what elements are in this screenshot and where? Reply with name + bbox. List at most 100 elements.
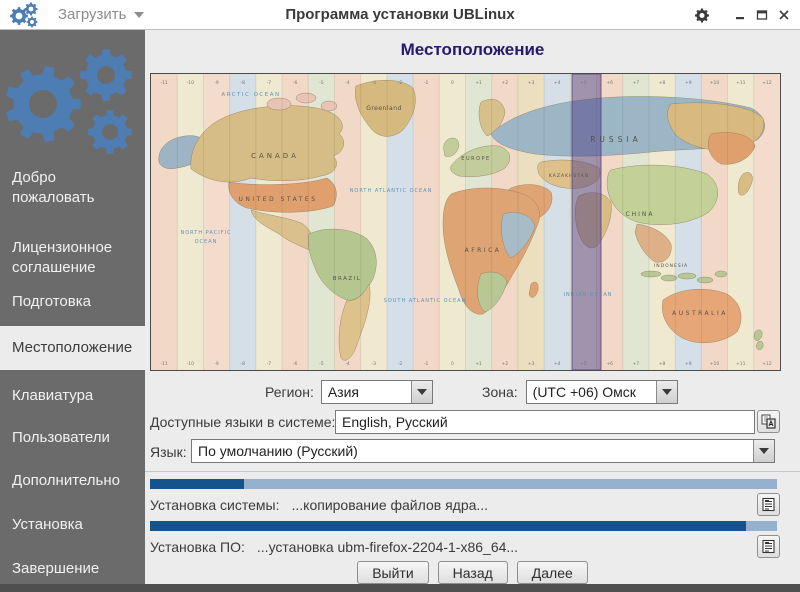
svg-text:-3: -3 xyxy=(372,361,377,367)
system-progress-fill xyxy=(150,479,245,489)
svg-text:+11: +11 xyxy=(736,361,746,367)
next-button[interactable]: Далее xyxy=(516,561,588,584)
svg-text:-9: -9 xyxy=(214,80,219,86)
svg-text:-7: -7 xyxy=(267,361,272,367)
svg-text:+5: +5 xyxy=(580,80,587,86)
timezone-map-image: -11-11-10-10-9-9-8-8-7-7-6-6-5-5-4-4-3-3… xyxy=(151,74,780,370)
languages-row: Доступные языки в системе: xyxy=(150,409,795,435)
sidebar: Добро пожаловать Лицензионное соглашение… xyxy=(0,30,145,584)
language-select[interactable]: По умолчанию (Русский) xyxy=(191,439,775,463)
window-bottom-edge xyxy=(0,584,800,592)
svg-text:+3: +3 xyxy=(528,361,535,367)
system-status-row: Установка системы: ...копирование файлов… xyxy=(150,493,750,517)
svg-text:+6: +6 xyxy=(606,361,613,367)
svg-text:AFRICA: AFRICA xyxy=(465,247,502,254)
svg-text:UNITED STATES: UNITED STATES xyxy=(238,196,317,203)
software-install-status: ...установка ubm-firefox-2204-1-x86_64..… xyxy=(256,539,519,555)
translate-icon xyxy=(761,414,776,429)
svg-text:-10: -10 xyxy=(187,361,194,367)
settings-gear-button[interactable] xyxy=(694,7,710,23)
software-progress-fill xyxy=(150,521,746,531)
load-button-label: Загрузить xyxy=(58,6,127,23)
svg-text:+10: +10 xyxy=(710,361,720,367)
minimize-button[interactable] xyxy=(732,7,748,23)
chevron-down-icon xyxy=(753,440,774,462)
region-label: Регион: xyxy=(265,384,314,400)
region-select[interactable]: Азия xyxy=(320,380,433,404)
log-document-icon xyxy=(762,497,775,512)
svg-text:+4: +4 xyxy=(554,80,561,86)
chevron-down-icon xyxy=(133,11,144,18)
system-log-button[interactable] xyxy=(757,493,780,516)
svg-text:+7: +7 xyxy=(633,361,640,367)
svg-text:-9: -9 xyxy=(214,361,219,367)
svg-text:+5: +5 xyxy=(580,361,587,367)
installer-window: Загрузить Программа установки UBLinux До… xyxy=(0,0,800,592)
zone-value: (UTC +06) Омск xyxy=(532,384,636,400)
maximize-button[interactable] xyxy=(754,7,770,23)
edit-languages-button[interactable] xyxy=(757,410,780,433)
sidebar-item-keyboard[interactable]: Клавиатура xyxy=(0,386,145,406)
svg-text:+7: +7 xyxy=(633,80,640,86)
svg-text:+1: +1 xyxy=(475,80,482,86)
svg-text:RUSSIA: RUSSIA xyxy=(590,135,642,144)
sidebar-item-installation[interactable]: Установка xyxy=(0,515,145,535)
sidebar-item-additional[interactable]: Дополнительно xyxy=(0,471,145,491)
chevron-down-icon xyxy=(410,381,432,403)
exit-button[interactable]: Выйти xyxy=(357,561,429,584)
back-button[interactable]: Назад xyxy=(437,561,508,584)
svg-text:KAZAKHSTAN: KAZAKHSTAN xyxy=(549,173,589,179)
svg-text:NORTH ATLANTIC OCEAN: NORTH ATLANTIC OCEAN xyxy=(350,188,433,194)
sidebar-item-preparation[interactable]: Подготовка xyxy=(0,292,145,312)
svg-text:-6: -6 xyxy=(293,80,298,86)
software-progressbar xyxy=(150,521,777,531)
svg-text:CANADA: CANADA xyxy=(251,152,299,160)
svg-text:0: 0 xyxy=(451,361,454,367)
svg-text:+8: +8 xyxy=(659,361,666,367)
svg-text:-2: -2 xyxy=(398,361,403,367)
svg-text:+10: +10 xyxy=(710,80,720,86)
timezone-map[interactable]: -11 -11 -10 -10 -9 -9 -8 -8 -7 -7 -6 -6 -5 -5 -4 -4 -3 -3… xyxy=(150,73,781,371)
svg-text:SOUTH ATLANTIC OCEAN: SOUTH ATLANTIC OCEAN xyxy=(384,298,467,304)
log-document-icon xyxy=(762,539,775,554)
svg-text:OCEAN: OCEAN xyxy=(195,239,218,245)
region-value: Азия xyxy=(327,384,360,400)
page-title: Местоположение xyxy=(400,40,545,59)
svg-text:-4: -4 xyxy=(345,80,350,86)
svg-text:+2: +2 xyxy=(501,80,508,86)
svg-text:+9: +9 xyxy=(685,361,692,367)
sidebar-item-users[interactable]: Пользователи xyxy=(0,428,145,448)
svg-text:-4: -4 xyxy=(345,361,350,367)
load-button[interactable]: Загрузить xyxy=(58,6,144,23)
close-button[interactable] xyxy=(776,7,792,23)
svg-text:+6: +6 xyxy=(606,80,613,86)
separator xyxy=(145,471,800,472)
gear-icon xyxy=(695,8,709,22)
svg-text:EUROPE: EUROPE xyxy=(461,156,490,162)
sidebar-item-finish[interactable]: Завершение xyxy=(0,559,145,579)
languages-input[interactable] xyxy=(335,410,755,434)
svg-text:-10: -10 xyxy=(187,80,194,86)
svg-text:-5: -5 xyxy=(319,361,324,367)
svg-text:CHINA: CHINA xyxy=(625,211,654,218)
sidebar-item-license[interactable]: Лицензионное соглашение xyxy=(0,238,145,278)
zone-label: Зона: xyxy=(482,384,518,400)
svg-text:INDONESIA: INDONESIA xyxy=(654,263,688,269)
svg-text:-2: -2 xyxy=(398,80,403,86)
chevron-down-icon xyxy=(655,381,677,403)
svg-text:Greenland: Greenland xyxy=(366,105,402,112)
wizard-buttons: Выйти Назад Далее xyxy=(145,561,800,584)
software-status-row: Установка ПО: ...установка ubm-firefox-2… xyxy=(150,535,750,559)
svg-text:AUSTRALIA: AUSTRALIA xyxy=(672,310,728,317)
svg-text:NORTH PACIFIC: NORTH PACIFIC xyxy=(180,230,231,236)
zone-select[interactable]: (UTC +06) Омск xyxy=(525,380,678,404)
sidebar-item-welcome[interactable]: Добро пожаловать xyxy=(0,168,145,208)
svg-text:+8: +8 xyxy=(659,80,666,86)
main-panel: Местоположение -11 -11 -10 -10 -9 -9 -8 … xyxy=(145,30,800,584)
software-log-button[interactable] xyxy=(757,535,780,558)
gears-logo xyxy=(5,49,132,154)
sidebar-item-location[interactable]: Местоположение xyxy=(0,326,145,370)
svg-text:BRAZIL: BRAZIL xyxy=(333,276,362,282)
svg-text:-6: -6 xyxy=(293,361,298,367)
close-icon xyxy=(779,10,789,20)
